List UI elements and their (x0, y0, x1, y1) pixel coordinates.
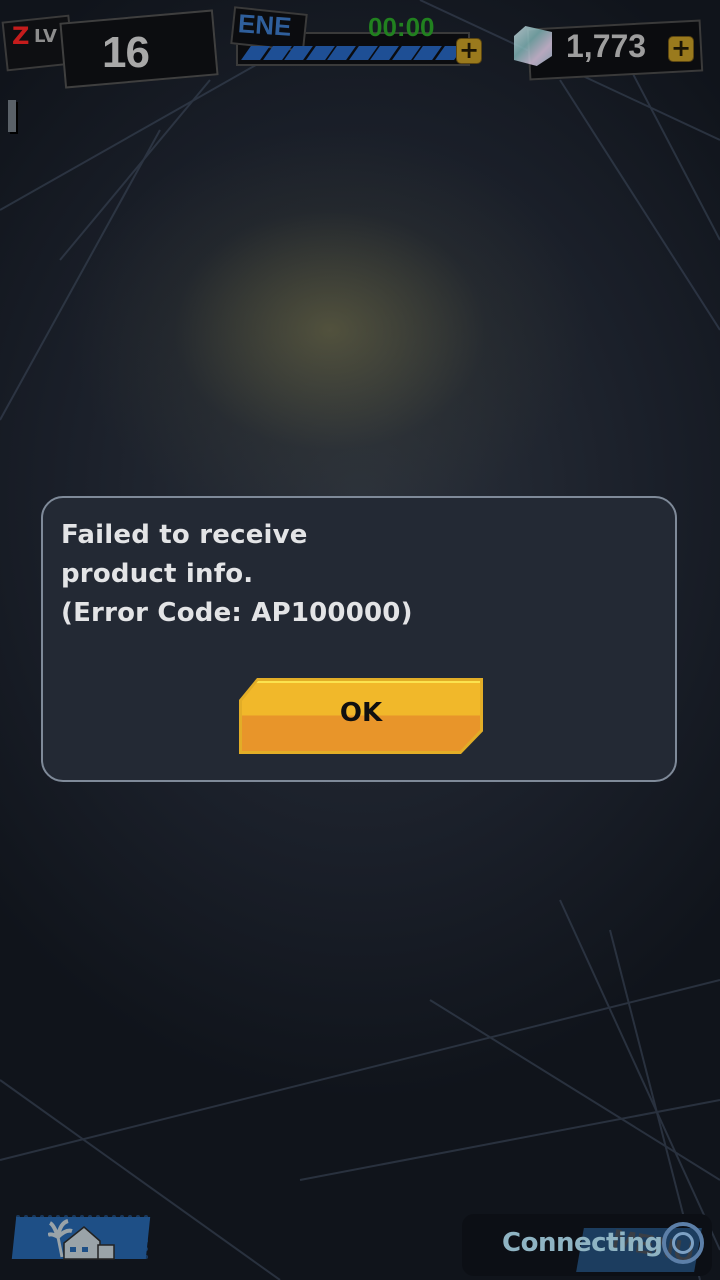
connecting-status: Connecting (502, 1228, 663, 1258)
home-icon (48, 1219, 115, 1260)
player-level: Z LV 16 (1, 9, 219, 89)
menu-button[interactable]: MENU Connecting (462, 1206, 712, 1276)
ok-button[interactable]: OK (239, 678, 483, 754)
add-gems-button[interactable]: + (668, 36, 694, 62)
plus-icon: + (670, 34, 692, 62)
menu-ring-inner-icon (672, 1232, 694, 1254)
ok-button-label: OK (339, 698, 383, 728)
side-panel-handle[interactable] (8, 100, 16, 132)
energy-bar (241, 46, 463, 60)
add-energy-button[interactable]: + (456, 38, 482, 64)
error-message: Failed to receive product info. (Error C… (61, 520, 413, 628)
energy-label: ENE (237, 8, 293, 42)
error-dialog: Failed to receive product info. (Error C… (41, 496, 677, 782)
level-prefix-icon: Z (12, 22, 30, 50)
gem-count: 1,773 (566, 28, 647, 64)
home-button[interactable] (11, 1213, 151, 1263)
energy-timer: 00:00 (368, 12, 435, 42)
level-value: 16 (102, 28, 150, 77)
energy-meter: ENE 00:00 + (228, 4, 493, 74)
level-label: LV (34, 26, 57, 47)
gem-counter: 1,773 + (508, 10, 718, 81)
plus-icon: + (458, 36, 480, 64)
